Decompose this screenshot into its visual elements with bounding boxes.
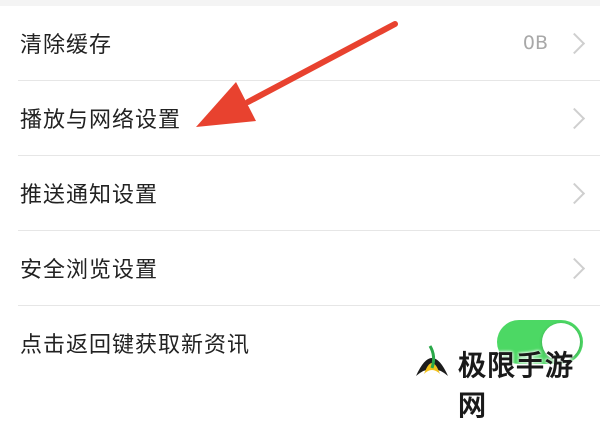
watermark-logo-icon bbox=[416, 345, 448, 376]
red-arrow-annotation bbox=[196, 21, 398, 127]
watermark-text: 极限手游网 bbox=[458, 349, 575, 422]
watermark: 极限手游网 bbox=[408, 338, 600, 422]
